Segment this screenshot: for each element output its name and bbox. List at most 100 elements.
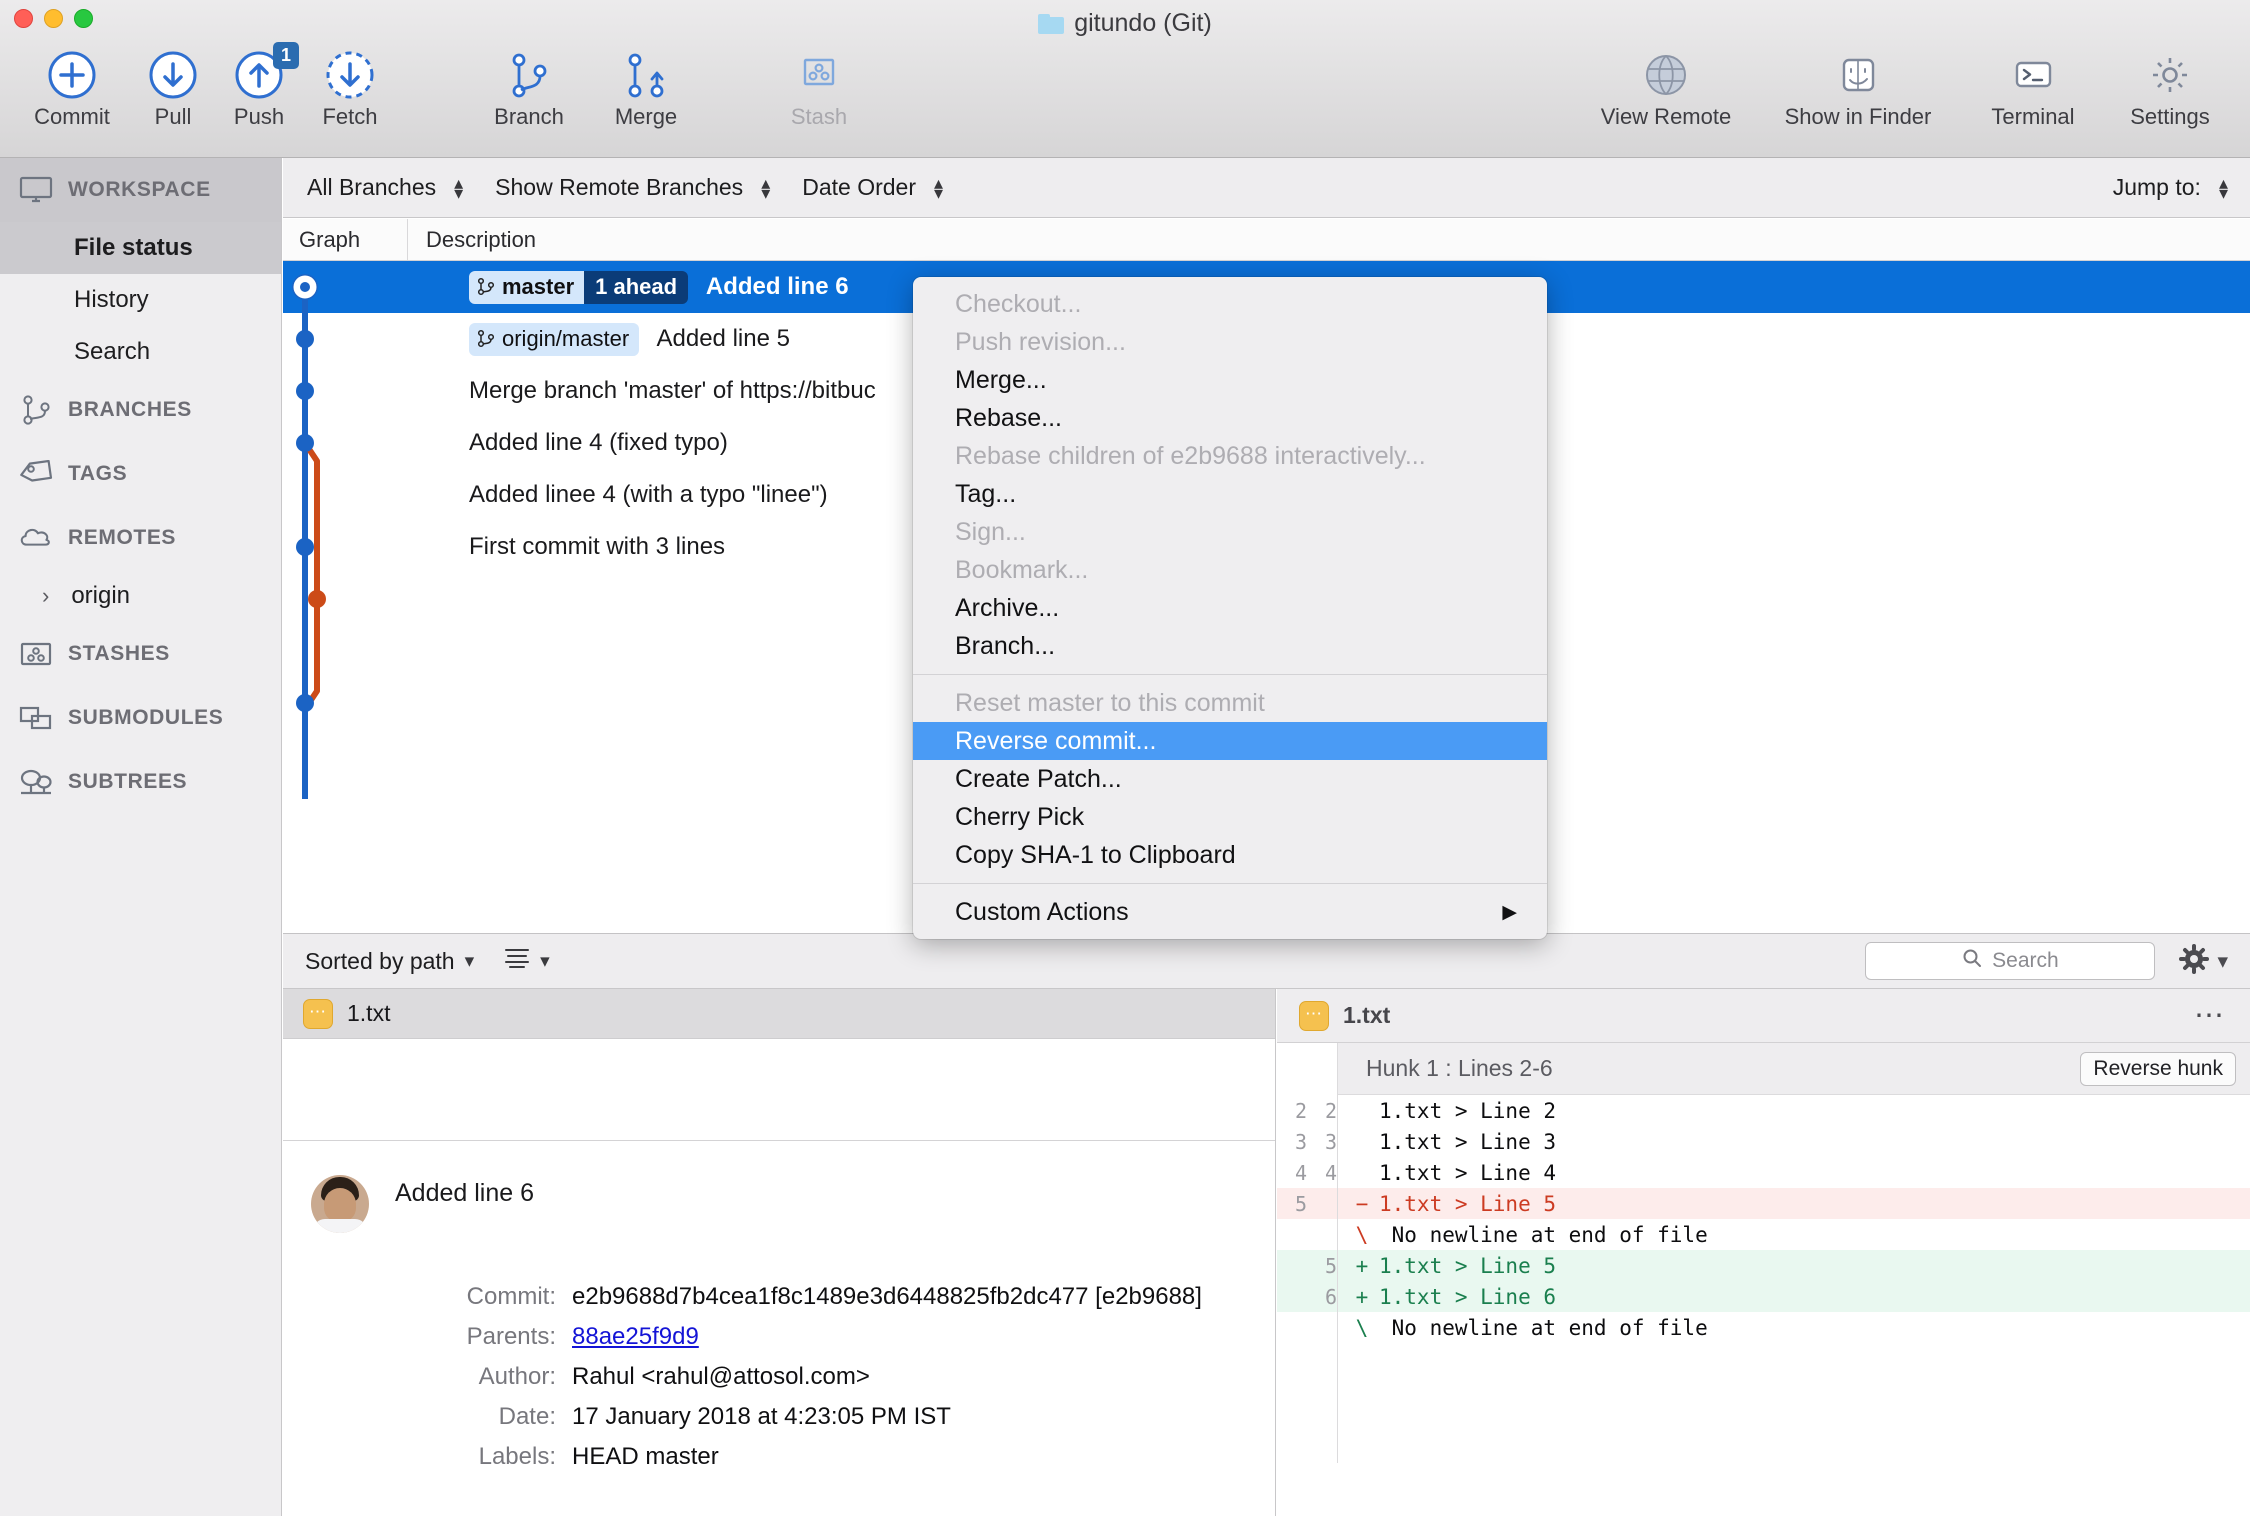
menu-item-checkout[interactable]: Checkout... (913, 285, 1547, 323)
push-count-badge: 1 (272, 42, 299, 69)
arrow-down-circle-icon (147, 48, 199, 102)
menu-separator (913, 883, 1547, 884)
menu-item-label: Archive... (955, 593, 1060, 622)
menu-item-label: Copy SHA-1 to Clipboard (955, 840, 1236, 869)
menu-item-rebase-children[interactable]: Rebase children of e2b9688 interactively… (913, 437, 1547, 475)
chevron-updown-icon: ▴ ▾ (2218, 172, 2228, 203)
metadata-key: Commit: (466, 1283, 556, 1310)
metadata-row-date: Date: 17 January 2018 at 4:23:05 PM IST (307, 1403, 1275, 1443)
file-list-empty-area (283, 1039, 1275, 1141)
order-filter-dropdown[interactable]: Date Order ▴ ▾ (802, 174, 975, 202)
menu-item-label: Reset master to this commit (955, 688, 1265, 717)
jump-to-dropdown[interactable]: Jump to: ▴ ▾ (2112, 172, 2250, 203)
menu-item-custom-actions[interactable]: Custom Actions ▶ (913, 893, 1547, 931)
menu-item-reset-master[interactable]: Reset master to this commit (913, 684, 1547, 722)
sidebar-section-tags[interactable]: TAGS (0, 442, 281, 506)
search-input[interactable]: Search (1865, 942, 2156, 980)
menu-item-rebase[interactable]: Rebase... (913, 399, 1547, 437)
gear-icon (2179, 943, 2210, 979)
menu-item-copy-sha[interactable]: Copy SHA-1 to Clipboard (913, 836, 1547, 874)
sidebar-section-stashes-label: STASHES (68, 642, 170, 665)
view-mode-dropdown[interactable]: ▾ (504, 947, 550, 975)
menu-item-merge[interactable]: Merge... (913, 361, 1547, 399)
menu-item-sign[interactable]: Sign... (913, 513, 1547, 551)
diff-line: 6 + 1.txt > Line 6 (1277, 1281, 2250, 1312)
commit-detail-panel: ⋯ 1.txt Added line 6 Commit: e2b9688d7b4… (283, 989, 1276, 1516)
sort-dropdown-label: Sorted by path (305, 947, 455, 974)
ellipsis-icon[interactable]: ⋯ (2194, 1000, 2226, 1030)
sidebar-section-workspace[interactable]: WORKSPACE (0, 158, 281, 222)
order-filter-label: Date Order (802, 174, 916, 200)
search-icon (1962, 948, 1982, 974)
file-name: 1.txt (347, 1000, 391, 1026)
sidebar-section-remotes[interactable]: REMOTES (0, 506, 281, 570)
menu-item-cherry-pick[interactable]: Cherry Pick (913, 798, 1547, 836)
metadata-value: HEAD master (572, 1443, 719, 1470)
column-header-graph-label: Graph (299, 226, 361, 252)
sort-dropdown[interactable]: Sorted by path ▾ (305, 948, 474, 975)
menu-item-reverse-commit[interactable]: Reverse commit... (913, 722, 1547, 760)
ref-label-master[interactable]: master 1 ahead (469, 270, 689, 304)
menu-item-tag[interactable]: Tag... (913, 475, 1547, 513)
diff-line-no-newline: \ No newline at end of file (1277, 1219, 2250, 1250)
diff-text: 1.txt > Line 5 (1379, 1191, 1557, 1216)
avatar (311, 1175, 369, 1233)
show-in-finder-button[interactable]: Show in Finder (1754, 48, 1962, 130)
sidebar-section-tags-label: TAGS (68, 462, 128, 485)
settings-button[interactable]: Settings (2104, 48, 2236, 130)
commit-description: Merge branch 'master' of https://bitbuc (469, 377, 876, 404)
menu-item-archive[interactable]: Archive... (913, 589, 1547, 627)
sidebar-item-origin[interactable]: › origin (0, 570, 281, 622)
parent-commit-link[interactable]: 88ae25f9d9 (572, 1323, 699, 1350)
branch-filter-dropdown[interactable]: All Branches ▴ ▾ (307, 174, 495, 202)
file-list-item[interactable]: ⋯ 1.txt (283, 989, 1275, 1039)
new-line-number: 5 (1324, 1253, 1337, 1278)
sidebar-item-origin-label: origin (71, 582, 131, 609)
sidebar-section-subtrees-label: SUBTREES (68, 770, 188, 793)
ref-label-master-text: master (502, 273, 575, 299)
branch-icon (477, 277, 495, 296)
sidebar-item-search[interactable]: Search (0, 326, 281, 378)
menu-item-bookmark[interactable]: Bookmark... (913, 551, 1547, 589)
commit-button[interactable]: Commit (14, 48, 130, 130)
ahead-badge: 1 ahead (584, 270, 689, 304)
pull-button[interactable]: Pull (130, 48, 216, 130)
ref-label-origin-master[interactable]: origin/master (469, 322, 640, 356)
diff-sign: + (1355, 1284, 1369, 1309)
old-line-number: 4 (1294, 1160, 1307, 1185)
diff-line-no-newline: \ No newline at end of file (1277, 1312, 2250, 1343)
remote-filter-dropdown[interactable]: Show Remote Branches ▴ ▾ (495, 174, 802, 202)
view-remote-button[interactable]: View Remote (1578, 48, 1754, 130)
metadata-row-commit: Commit: e2b9688d7b4cea1f8c1489e3d6448825… (307, 1283, 1275, 1323)
sidebar-section-branches[interactable]: BRANCHES (0, 378, 281, 442)
new-line-number: 2 (1324, 1098, 1337, 1123)
menu-item-create-patch[interactable]: Create Patch... (913, 760, 1547, 798)
reverse-hunk-button[interactable]: Reverse hunk (2080, 1051, 2236, 1086)
new-line-number: 4 (1324, 1160, 1337, 1185)
column-header-description[interactable]: Description (408, 219, 2250, 260)
menu-item-branch[interactable]: Branch... (913, 627, 1547, 665)
fetch-button[interactable]: Fetch (302, 48, 398, 130)
sidebar-item-file-status[interactable]: File status (0, 222, 281, 274)
jump-to-label: Jump to: (2112, 174, 2201, 200)
menu-item-label: Create Patch... (955, 764, 1122, 793)
finder-icon (1834, 48, 1882, 102)
title-bar: gitundo (Git) Commit Pull 1 Push Fetch B… (0, 0, 2250, 158)
column-header-graph[interactable]: Graph (283, 219, 408, 260)
stash-button[interactable]: Stash (768, 48, 870, 130)
sidebar-item-history[interactable]: History (0, 274, 281, 326)
sidebar-section-subtrees[interactable]: SUBTREES (0, 750, 281, 814)
push-button-label: Push (233, 104, 285, 129)
branch-button[interactable]: Branch (468, 48, 590, 130)
diff-line: 5 + 1.txt > Line 5 (1277, 1250, 2250, 1281)
old-line-number: 3 (1294, 1129, 1307, 1154)
commit-context-menu[interactable]: Checkout... Push revision... Merge... Re… (913, 277, 1547, 939)
push-button[interactable]: 1 Push (216, 42, 302, 130)
menu-item-label: Custom Actions (955, 897, 1129, 926)
diff-settings-dropdown[interactable]: ▾ (2179, 943, 2228, 979)
menu-item-push-revision[interactable]: Push revision... (913, 323, 1547, 361)
terminal-button[interactable]: Terminal (1962, 48, 2104, 130)
sidebar-section-submodules[interactable]: SUBMODULES (0, 686, 281, 750)
sidebar-section-stashes[interactable]: STASHES (0, 622, 281, 686)
merge-button[interactable]: Merge (590, 48, 702, 130)
